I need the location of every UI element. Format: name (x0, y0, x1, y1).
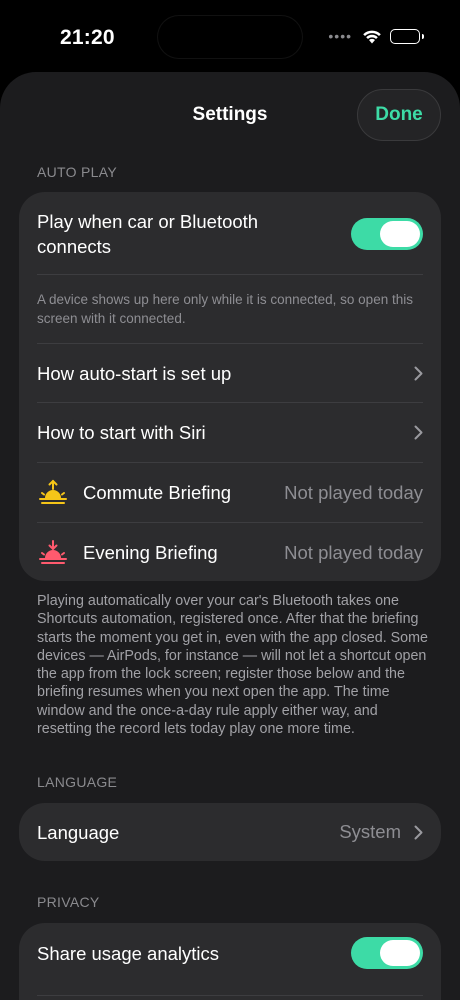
language-value: System (339, 821, 401, 842)
briefing-status-commute: Not played today (284, 481, 423, 503)
section-header-privacy: PRIVACY (37, 894, 100, 910)
sunset-icon (39, 539, 67, 564)
auto-play-toggle[interactable] (351, 218, 423, 250)
how-siri-label: How to start with Siri (37, 422, 206, 443)
privacy-card: Share usage analytics (19, 923, 441, 1000)
language-label: Language (37, 821, 120, 843)
analytics-label: Share usage analytics (37, 942, 220, 964)
dynamic-island (158, 16, 302, 58)
wifi-icon (362, 29, 382, 44)
divider (37, 274, 423, 275)
auto-play-card: Play when car or Bluetooth connects A de… (19, 192, 441, 581)
briefing-name-evening: Evening Briefing (83, 542, 218, 563)
how-siri-row[interactable]: How to start with Siri (37, 403, 423, 462)
auto-play-hint: A device shows up here only while it is … (37, 292, 413, 326)
briefing-status-evening: Not played today (284, 541, 423, 563)
section-header-auto-play: AUTO PLAY (37, 164, 117, 180)
chevron-right-icon (414, 366, 423, 380)
briefing-name-commute: Commute Briefing (83, 482, 232, 503)
battery-icon (390, 28, 424, 44)
briefing-row-evening[interactable]: Evening Briefing Not played today (37, 523, 423, 582)
auto-play-hint-row: A device shows up here only while it is … (37, 290, 423, 328)
briefing-row-commute[interactable]: Commute Briefing Not played today (37, 463, 423, 522)
language-card: Language System (19, 803, 441, 861)
language-row[interactable]: Language System (37, 803, 423, 861)
status-bar: 21:20 •••• (0, 0, 460, 72)
how-auto-start-label: How auto-start is set up (37, 362, 232, 384)
done-button[interactable]: Done (357, 89, 441, 141)
analytics-toggle[interactable] (351, 937, 423, 969)
toggle-knob (380, 221, 420, 247)
section-header-language: LANGUAGE (37, 774, 118, 790)
divider (37, 995, 423, 996)
sunrise-icon (39, 479, 67, 504)
status-icons: •••• (328, 28, 424, 44)
cellular-signal-icon: •••• (328, 28, 352, 44)
chevron-right-icon (414, 825, 423, 839)
auto-play-toggle-row[interactable]: Play when car or Bluetooth connects (37, 208, 423, 260)
auto-play-footnote: Playing automatically over your car's Bl… (37, 593, 428, 738)
toggle-knob (380, 940, 420, 966)
analytics-row[interactable]: Share usage analytics (37, 923, 423, 983)
auto-play-toggle-label: Play when car or Bluetooth connects (37, 211, 259, 257)
status-time: 21:20 (60, 26, 115, 49)
chevron-right-icon (414, 425, 423, 440)
settings-sheet: Settings Done AUTO PLAY Play when car or… (0, 72, 460, 1000)
how-auto-start-row[interactable]: How auto-start is set up (37, 344, 423, 402)
